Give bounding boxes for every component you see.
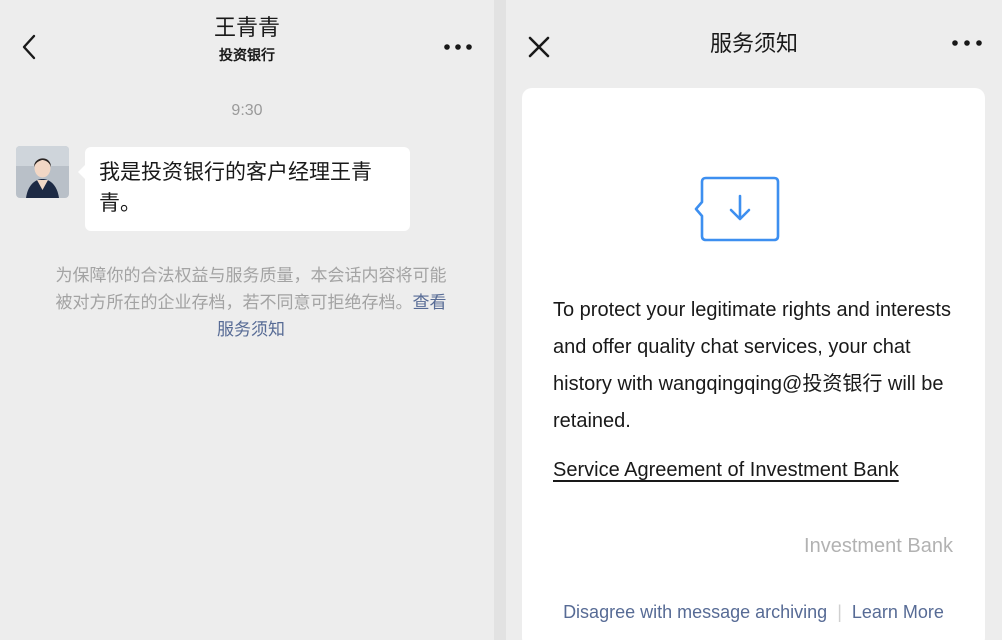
signature-text: Investment Bank xyxy=(804,535,953,557)
avatar[interactable] xyxy=(16,146,69,198)
disagree-archiving-link[interactable]: Disagree with message archiving xyxy=(563,602,827,622)
message-timestamp: 9:30 xyxy=(231,102,263,119)
message-bubble[interactable]: 我是投资银行的客户经理王青青。 xyxy=(78,147,410,231)
archive-notice-text: 为保障你的合法权益与服务质量，本会话内容将可能被对方所在的企业存档，若不同意可拒… xyxy=(55,266,447,312)
more-dots-icon xyxy=(952,40,982,46)
more-options-button[interactable] xyxy=(950,32,984,54)
more-dots-icon xyxy=(444,44,472,50)
service-notice-title: 服务须知 xyxy=(709,31,798,56)
notice-card: To protect your legitimate rights and in… xyxy=(522,88,985,640)
link-separator: | xyxy=(837,602,842,622)
service-notice-panel: 服务须知 To protect your legitimate rights a… xyxy=(506,0,1002,640)
download-icon xyxy=(694,176,780,242)
footer-links: Disagree with message archiving | Learn Mo… xyxy=(522,600,985,624)
more-options-button[interactable] xyxy=(442,36,474,58)
retention-notice-text: To protect your legitimate rights and in… xyxy=(553,299,951,432)
chat-subtitle: 投资银行 xyxy=(219,47,275,63)
chat-panel: 王青青 投资银行 9:30 我是投资银行的客户经理王青青。 为保障你的合法权益与… xyxy=(0,0,494,640)
panel-divider xyxy=(494,0,506,640)
avatar-image xyxy=(16,146,69,198)
service-agreement-link[interactable]: Service Agreement of Investment Bank xyxy=(553,457,899,483)
archive-notice: 为保障你的合法权益与服务质量，本会话内容将可能被对方所在的企业存档，若不同意可拒… xyxy=(52,262,450,343)
chat-title: 王青青 xyxy=(213,15,280,40)
learn-more-link[interactable]: Learn More xyxy=(852,602,944,622)
